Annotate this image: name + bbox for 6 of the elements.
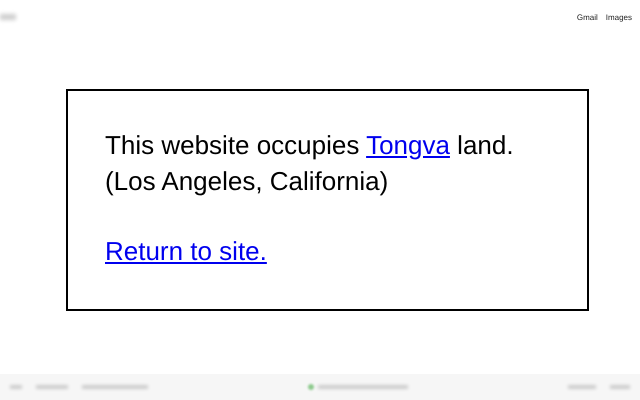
notice-text: This website occupies Tongva land. (Los Angeles, California) [105, 129, 515, 198]
header-link[interactable]: Images [606, 12, 632, 22]
tongva-link[interactable]: Tongva [366, 130, 450, 160]
header-link[interactable]: Gmail [576, 12, 598, 22]
blurred-link-drawing [0, 14, 16, 20]
return-link[interactable]: Return to site. [105, 236, 267, 266]
